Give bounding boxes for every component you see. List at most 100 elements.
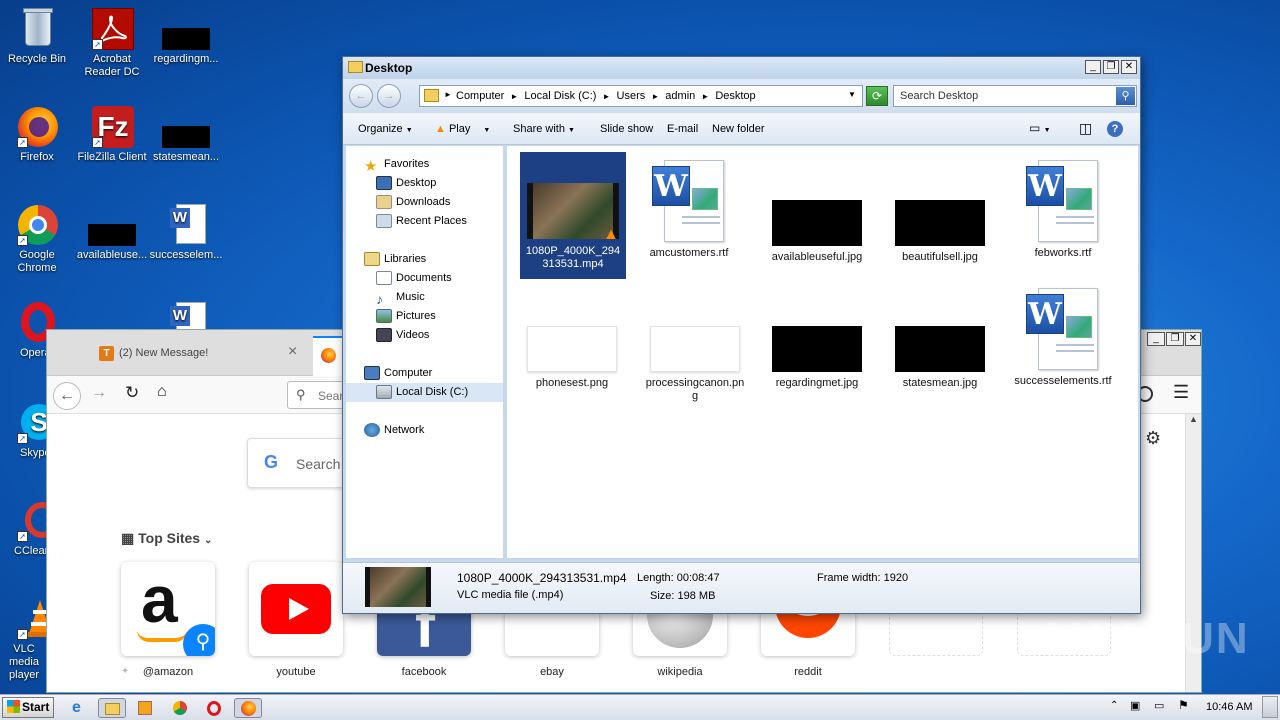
explorer-title-bar[interactable]: Desktop _ ❐ ✕ bbox=[343, 57, 1140, 79]
search-icon: ⚲ bbox=[296, 387, 306, 402]
address-bar[interactable]: ► Computer ► Local Disk (C:) ► Users ► a… bbox=[419, 85, 863, 107]
details-size: Size: 198 MB bbox=[650, 590, 716, 602]
firefox-minimize-button[interactable]: _ bbox=[1147, 332, 1165, 346]
help-icon[interactable]: ? bbox=[1107, 121, 1123, 137]
file-item-availableuseful[interactable]: availableuseful.jpg bbox=[763, 160, 871, 264]
taskbar-media[interactable] bbox=[132, 698, 160, 718]
breadcrumb-item[interactable]: Computer bbox=[456, 90, 504, 102]
share-with-button[interactable]: Share with ▼ bbox=[513, 123, 575, 135]
file-name: phonesest.png bbox=[535, 377, 609, 389]
forward-button[interactable]: → bbox=[377, 84, 401, 108]
tray-expand-icon[interactable]: ⌃ bbox=[1110, 700, 1118, 711]
close-button[interactable]: ✕ bbox=[1121, 60, 1137, 74]
desktop-icon-label: Google Chrome bbox=[17, 249, 57, 274]
search-icon[interactable]: ⚲ bbox=[1116, 87, 1135, 105]
minimize-button[interactable]: _ bbox=[1085, 60, 1101, 74]
details-pane: 1080P_4000K_294313531.mp4 VLC media file… bbox=[343, 562, 1140, 613]
desktop-icon-regardingm[interactable]: regardingm... bbox=[149, 6, 223, 66]
forward-button[interactable]: → bbox=[91, 384, 107, 402]
taskbar-ie[interactable]: e bbox=[66, 698, 94, 718]
tray-display-icon[interactable]: ▭ bbox=[1154, 699, 1164, 712]
tab-close-icon[interactable]: × bbox=[288, 343, 297, 361]
file-item-phonesest[interactable]: phonesest.png bbox=[518, 286, 626, 390]
search-box[interactable]: Search Desktop ⚲ bbox=[893, 85, 1137, 107]
tray-network-icon[interactable]: ▣ bbox=[1130, 699, 1140, 712]
home-button[interactable]: ⌂ bbox=[157, 383, 167, 401]
desktop-icon-recycle-bin[interactable]: Recycle Bin bbox=[0, 6, 74, 66]
network-icon bbox=[364, 423, 380, 438]
desktop-icon-chrome[interactable]: ➚ Google Chrome bbox=[0, 202, 74, 275]
breadcrumb-item[interactable]: Users bbox=[617, 90, 646, 102]
file-item-regardingmet[interactable]: regardingmet.jpg bbox=[763, 286, 871, 390]
breadcrumb-item[interactable]: admin bbox=[665, 90, 695, 102]
top-site-youtube[interactable] bbox=[249, 562, 343, 656]
black-image-thumbnail bbox=[772, 326, 862, 372]
desktop-icon-availableuse[interactable]: availableuse... bbox=[75, 202, 149, 262]
clock[interactable]: 10:46 AM bbox=[1206, 701, 1252, 713]
taskbar-firefox[interactable] bbox=[234, 698, 262, 718]
slide-show-button[interactable]: Slide show bbox=[600, 123, 653, 135]
details-thumbnail-icon bbox=[365, 567, 431, 607]
nav-network[interactable]: Network bbox=[364, 421, 424, 440]
file-item-febworks[interactable]: W febworks.rtf bbox=[1009, 160, 1117, 260]
nav-favorites[interactable]: ★ Favorites bbox=[364, 155, 429, 175]
nav-downloads[interactable]: Downloads bbox=[376, 193, 450, 212]
nav-music[interactable]: ♪ Music bbox=[376, 288, 425, 307]
file-pane[interactable]: ▲ 1080P_4000K_294313531.mp4 W amcustomer… bbox=[507, 146, 1138, 558]
nav-pictures[interactable]: Pictures bbox=[376, 307, 436, 326]
nav-recent-places[interactable]: Recent Places bbox=[376, 212, 467, 231]
file-item-processingcanon[interactable]: processingcanon.png bbox=[641, 286, 749, 403]
tray-flag-icon[interactable]: ⚑ bbox=[1178, 698, 1189, 712]
desktop-icon-statesmean[interactable]: statesmean... bbox=[149, 104, 223, 164]
preview-pane-icon[interactable]: ◫ bbox=[1079, 120, 1092, 137]
top-site-amazon[interactable]: a ⚲ bbox=[121, 562, 215, 656]
menu-icon[interactable]: ☰ bbox=[1173, 382, 1189, 403]
navigation-pane[interactable]: ★ Favorites Desktop Downloads Recent Plac… bbox=[346, 146, 504, 558]
back-button[interactable]: ← bbox=[53, 382, 81, 410]
top-sites-header[interactable]: ▦ Top Sites ⌄ bbox=[121, 530, 212, 547]
file-item-statesmean[interactable]: statesmean.jpg bbox=[886, 286, 994, 390]
desktop-icon-acrobat[interactable]: ➚ Acrobat Reader DC bbox=[75, 6, 149, 79]
address-dropdown-icon[interactable]: ▼ bbox=[848, 90, 856, 99]
firefox-maximize-button[interactable]: ❐ bbox=[1166, 332, 1184, 346]
breadcrumb-item[interactable]: Local Disk (C:) bbox=[524, 90, 596, 102]
file-item-amcustomers[interactable]: W amcustomers.rtf bbox=[635, 160, 743, 260]
organize-button[interactable]: Organize ▼ bbox=[358, 123, 413, 135]
nav-documents[interactable]: Documents bbox=[376, 269, 452, 288]
taskbar-opera[interactable] bbox=[200, 698, 228, 718]
file-item-video[interactable]: ▲ 1080P_4000K_294313531.mp4 bbox=[520, 152, 626, 279]
tab-new-message[interactable]: T (2) New Message! × bbox=[85, 338, 311, 368]
refresh-button[interactable]: ⟳ bbox=[866, 86, 888, 106]
tab-firefox-home[interactable] bbox=[313, 336, 345, 376]
video-thumbnail-icon: ▲ bbox=[527, 183, 619, 243]
file-item-beautifulsell[interactable]: beautifulsell.jpg bbox=[886, 160, 994, 264]
desktop-icon-successelem[interactable]: W successelem... bbox=[149, 202, 223, 262]
downloads-icon bbox=[376, 195, 392, 210]
nav-desktop[interactable]: Desktop bbox=[376, 174, 436, 193]
search-badge-icon: ⚲ bbox=[183, 624, 215, 656]
desktop-icon-firefox[interactable]: ➚ Firefox bbox=[0, 104, 74, 164]
settings-gear-icon[interactable]: ⚙ bbox=[1145, 428, 1161, 449]
nav-videos[interactable]: Videos bbox=[376, 326, 429, 345]
view-options-icon[interactable]: ▭ ▼ bbox=[1029, 121, 1051, 135]
nav-local-disk[interactable]: Local Disk (C:) bbox=[346, 383, 503, 402]
back-button[interactable]: ← bbox=[349, 84, 373, 108]
show-desktop-button[interactable] bbox=[1262, 696, 1278, 718]
breadcrumb-item[interactable]: Desktop bbox=[715, 90, 755, 102]
play-button[interactable]: ▲ Play ▼ bbox=[435, 123, 490, 135]
taskbar-chrome[interactable] bbox=[166, 698, 194, 718]
nav-libraries[interactable]: Libraries bbox=[364, 250, 426, 269]
url-bar[interactable]: ⚲ Sear bbox=[287, 381, 347, 409]
new-folder-button[interactable]: New folder bbox=[712, 123, 765, 135]
taskbar: Start e ⌃ ▣ ▭ ⚑ 10:46 AM bbox=[0, 694, 1280, 720]
start-button[interactable]: Start bbox=[2, 697, 54, 718]
reload-button[interactable]: ↻ bbox=[125, 383, 139, 403]
desktop-icon-filezilla[interactable]: Fz ➚ FileZilla Client bbox=[75, 104, 149, 164]
nav-computer[interactable]: Computer bbox=[364, 364, 432, 383]
firefox-close-button[interactable]: ✕ bbox=[1185, 332, 1201, 346]
maximize-button[interactable]: ❐ bbox=[1103, 60, 1119, 74]
file-item-successelements[interactable]: W successelements.rtf bbox=[1009, 288, 1117, 388]
taskbar-explorer[interactable] bbox=[98, 698, 126, 718]
email-button[interactable]: E-mail bbox=[667, 123, 698, 135]
explorer-window[interactable]: Desktop _ ❐ ✕ ← → ► Computer ► Local Dis… bbox=[342, 56, 1141, 614]
